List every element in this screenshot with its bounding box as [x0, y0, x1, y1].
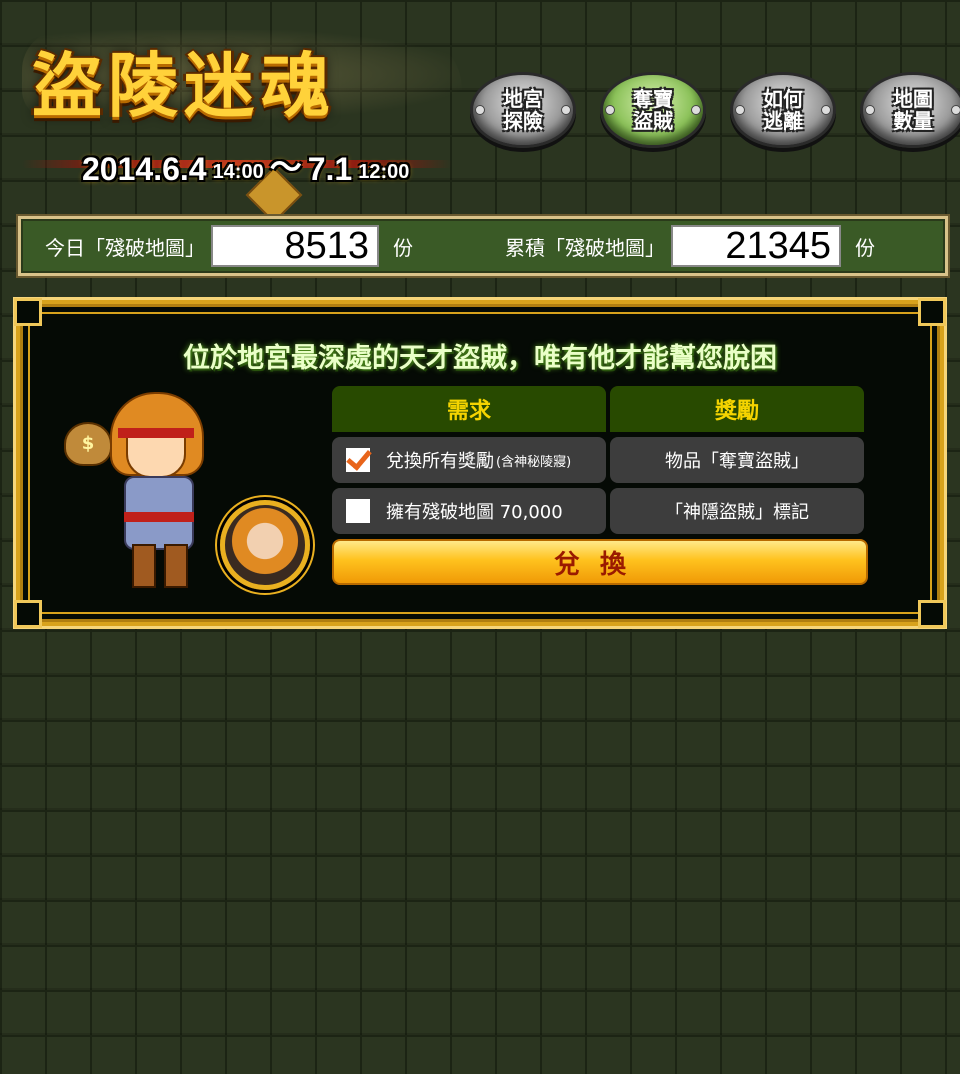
rivet-icon	[735, 105, 745, 115]
nav-dungeon-explore[interactable]: 地宮 探險	[470, 72, 576, 148]
nav-how-to-escape[interactable]: 如何 逃離	[730, 72, 836, 148]
checkbox-checked[interactable]	[346, 448, 370, 472]
reward-cell: 「神隱盜賊」標記	[610, 488, 864, 534]
today-unit: 份	[393, 235, 413, 260]
checkbox-unchecked[interactable]	[346, 499, 370, 523]
total-unit: 份	[855, 235, 875, 260]
thief-avatar-badge-icon	[220, 500, 310, 590]
nav-label: 奪寶 盜賊	[633, 87, 673, 133]
time-end: 12:00	[358, 161, 410, 183]
exchange-button[interactable]: 兌換	[332, 539, 868, 585]
thief-reward-panel: 位於地宮最深處的天才盜賊，唯有他才能幫您脫困 $ 需求 獎勵 兌換所有獎勵 (含…	[14, 298, 946, 628]
date-start: 2014.6.4	[82, 151, 207, 187]
top-nav: 地宮 探險 奪寶 盜賊 如何 逃離 地圖 數量	[470, 72, 960, 148]
requirement-text: 兌換所有獎勵	[386, 451, 494, 472]
table-row: 兌換所有獎勵 (含神秘陵寢) 物品「奪寶盜賊」	[332, 437, 872, 483]
frame-corner	[918, 298, 946, 326]
nav-treasure-thief[interactable]: 奪寶 盜賊	[600, 72, 706, 148]
frame-corner	[14, 600, 42, 628]
date-separator: ～	[269, 149, 302, 185]
rivet-icon	[951, 105, 960, 115]
panel-title: 位於地宮最深處的天才盜賊，唯有他才能幫您脫困	[183, 343, 777, 374]
rivet-icon	[561, 105, 571, 115]
time-start: 14:00	[212, 161, 264, 183]
character-leg	[132, 544, 156, 588]
table-row: 擁有殘破地圖 70,000 「神隱盜賊」標記	[332, 488, 872, 534]
requirement-cell: 兌換所有獎勵 (含神秘陵寢)	[332, 437, 606, 483]
rivet-icon	[821, 105, 831, 115]
map-counter-bar: 今日「殘破地圖」 8513 份 累積「殘破地圖」 21345 份	[18, 216, 948, 276]
total-label: 累積「殘破地圖」	[505, 235, 665, 260]
requirement-cell: 擁有殘破地圖 70,000	[332, 488, 606, 534]
event-logo: 盜陵迷魂 2014.6.4 14:00 ～ 7.1 12:00	[22, 30, 462, 224]
nav-label: 地宮 探險	[503, 87, 543, 133]
nav-map-count[interactable]: 地圖 數量	[860, 72, 960, 148]
rivet-icon	[475, 105, 485, 115]
nav-label: 地圖 數量	[893, 87, 933, 133]
money-bag-icon: $	[64, 422, 112, 466]
frame-corner	[918, 600, 946, 628]
today-label: 今日「殘破地圖」	[45, 235, 205, 260]
reward-table: 需求 獎勵 兌換所有獎勵 (含神秘陵寢) 物品「奪寶盜賊」 擁有殘破地圖 70,…	[332, 386, 872, 585]
date-end: 7.1	[307, 151, 353, 187]
character-belt	[124, 512, 194, 522]
rivet-icon	[605, 105, 615, 115]
reward-cell: 物品「奪寶盜賊」	[610, 437, 864, 483]
rivet-icon	[865, 105, 875, 115]
total-count: 21345	[671, 225, 841, 267]
header-reward: 獎勵	[610, 386, 864, 432]
rivet-icon	[691, 105, 701, 115]
nav-label: 如何 逃離	[763, 87, 803, 133]
requirement-note: (含神秘陵寢)	[496, 454, 572, 470]
character-leg	[164, 544, 188, 588]
thief-character-illustration: $	[60, 392, 240, 592]
event-title: 盜陵迷魂	[32, 44, 336, 127]
table-header: 需求 獎勵	[332, 386, 872, 432]
header-requirement: 需求	[332, 386, 606, 432]
event-date-range: 2014.6.4 14:00 ～ 7.1 12:00	[82, 128, 409, 188]
today-count: 8513	[211, 225, 379, 267]
frame-corner	[14, 298, 42, 326]
character-headband	[118, 428, 194, 438]
requirement-text: 擁有殘破地圖 70,000	[386, 502, 563, 523]
